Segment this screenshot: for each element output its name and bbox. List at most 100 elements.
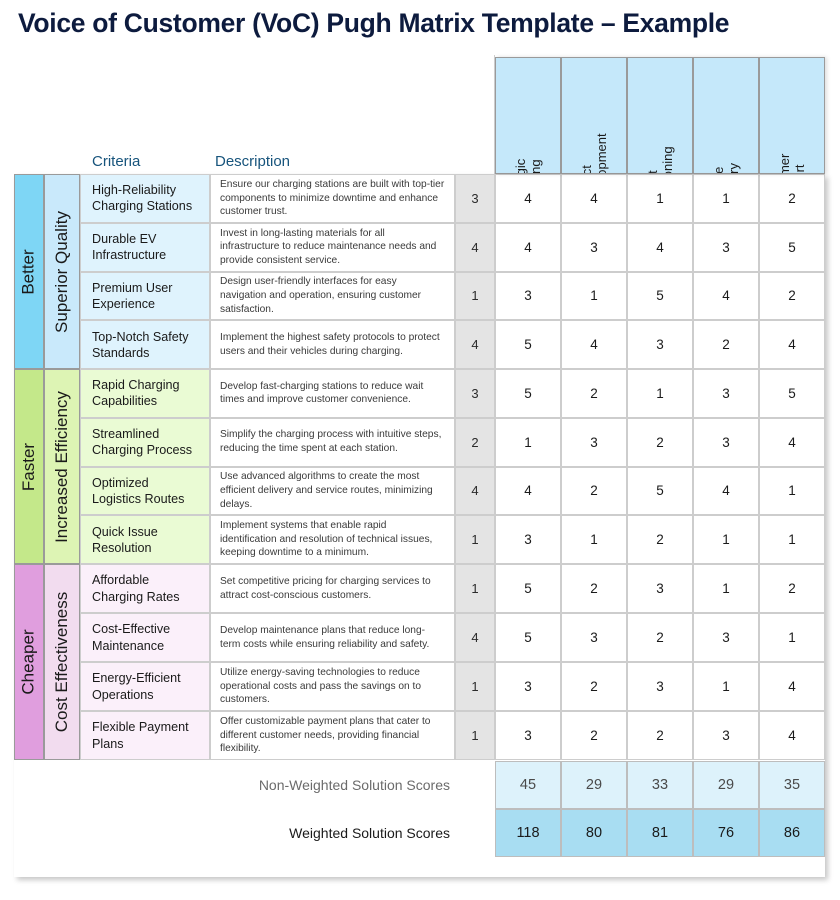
score-cell-r9-c1: 5 xyxy=(495,564,561,613)
score-cell-r5-c2: 2 xyxy=(561,369,627,418)
score-cell-r11-c5: 4 xyxy=(759,662,825,711)
importance-cell: 1 xyxy=(455,564,495,613)
score-cell-r8-c4: 1 xyxy=(693,515,759,564)
non-weighted-score-5: 35 xyxy=(759,761,825,809)
score-cell-r12-c5: 4 xyxy=(759,711,825,760)
score-cell-r8-c5: 1 xyxy=(759,515,825,564)
score-cell-r12-c3: 2 xyxy=(627,711,693,760)
score-cell-r9-c5: 2 xyxy=(759,564,825,613)
score-cell-r10-c4: 3 xyxy=(693,613,759,662)
score-cell-r8-c3: 2 xyxy=(627,515,693,564)
column-header-5: Customer Support xyxy=(759,57,825,174)
score-cell-r9-c2: 2 xyxy=(561,564,627,613)
score-cell-r2-c2: 3 xyxy=(561,222,627,272)
non-weighted-score-2: 29 xyxy=(561,761,627,809)
importance-header-line2: Score of 1 to 5 xyxy=(477,149,494,174)
non-weighted-score-3: 33 xyxy=(627,761,693,809)
score-cell-r7-c3: 5 xyxy=(627,466,693,516)
score-cell-r5-c4: 3 xyxy=(693,369,759,418)
score-cell-r11-c4: 1 xyxy=(693,662,759,711)
non-weighted-score-4: 29 xyxy=(693,761,759,809)
score-cell-r12-c4: 3 xyxy=(693,711,759,760)
importance-cell: 3 xyxy=(455,174,495,223)
description-cell: Ensure our charging stations are built w… xyxy=(210,174,455,223)
score-cell-r6-c5: 4 xyxy=(759,417,825,467)
score-cell-r1-c1: 4 xyxy=(495,174,561,223)
criteria-cell: Top-Notch Safety Standards xyxy=(80,320,210,369)
score-cell-r7-c5: 1 xyxy=(759,466,825,516)
criteria-cell: High-Reliability Charging Stations xyxy=(80,174,210,223)
description-cell: Develop maintenance plans that reduce lo… xyxy=(210,613,455,662)
weighted-score-2: 80 xyxy=(561,809,627,857)
score-cell-r6-c1: 1 xyxy=(495,417,561,467)
subcategory-band-label: Increased Efficiency xyxy=(52,390,72,543)
score-cell-r6-c2: 3 xyxy=(561,417,627,467)
column-header-label: Product Development xyxy=(579,133,609,174)
importance-cell: 2 xyxy=(455,417,495,467)
weighted-scores-label: Weighted Solution Scores xyxy=(289,825,450,841)
importance-cell: 4 xyxy=(455,466,495,516)
criteria-cell: Durable EV Infrastructure xyxy=(80,222,210,272)
description-cell: Develop fast-charging stations to reduce… xyxy=(210,369,455,418)
non-weighted-scores-label: Non-Weighted Solution Scores xyxy=(258,777,450,793)
column-header-3: Market Positioning xyxy=(627,57,693,174)
score-cell-r4-c1: 5 xyxy=(495,320,561,369)
score-cell-r11-c1: 3 xyxy=(495,662,561,711)
category-band-faster: Faster xyxy=(14,369,44,564)
importance-cell: 4 xyxy=(455,222,495,272)
score-cell-r9-c3: 3 xyxy=(627,564,693,613)
score-cell-r7-c1: 4 xyxy=(495,466,561,516)
category-band-better: Better xyxy=(14,174,44,369)
page-title: Voice of Customer (VoC) Pugh Matrix Temp… xyxy=(18,8,730,38)
score-cell-r2-c5: 5 xyxy=(759,222,825,272)
criteria-cell: Affordable Charging Rates xyxy=(80,564,210,613)
score-cell-r9-c4: 1 xyxy=(693,564,759,613)
importance-cell: 1 xyxy=(455,515,495,564)
score-cell-r10-c5: 1 xyxy=(759,613,825,662)
criteria-cell: Streamlined Charging Process xyxy=(80,417,210,467)
weighted-score-1: 118 xyxy=(495,809,561,857)
score-cell-r3-c4: 4 xyxy=(693,271,759,321)
importance-cell: 1 xyxy=(455,271,495,321)
score-cell-r10-c3: 2 xyxy=(627,613,693,662)
description-cell: Implement systems that enable rapid iden… xyxy=(210,515,455,564)
score-cell-r7-c2: 2 xyxy=(561,466,627,516)
score-cell-r4-c4: 2 xyxy=(693,320,759,369)
score-cell-r4-c5: 4 xyxy=(759,320,825,369)
subcategory-band-0: Superior Quality xyxy=(44,174,80,369)
importance-cell: 3 xyxy=(455,369,495,418)
importance-column-header: ImportanceScore of 1 to 5 xyxy=(455,55,495,174)
criteria-cell: Cost-Effective Maintenance xyxy=(80,613,210,662)
score-cell-r5-c1: 5 xyxy=(495,369,561,418)
score-cell-r10-c1: 5 xyxy=(495,613,561,662)
description-cell: Invest in long-lasting materials for all… xyxy=(210,222,455,272)
score-cell-r2-c4: 3 xyxy=(693,222,759,272)
category-band-cheaper: Cheaper xyxy=(14,564,44,760)
description-cell: Design user-friendly interfaces for easy… xyxy=(210,271,455,321)
column-header-label: Strategic Planning xyxy=(496,95,560,173)
criteria-cell: Optimized Logistics Routes xyxy=(80,466,210,516)
score-cell-r3-c3: 5 xyxy=(627,271,693,321)
score-cell-r6-c4: 3 xyxy=(693,417,759,467)
weighted-score-3: 81 xyxy=(627,809,693,857)
score-cell-r8-c2: 1 xyxy=(561,515,627,564)
column-header-2: Product Development xyxy=(561,57,627,174)
column-header-4: Service Delivery xyxy=(693,57,759,174)
score-cell-r4-c3: 3 xyxy=(627,320,693,369)
description-cell: Implement the highest safety protocols t… xyxy=(210,320,455,369)
importance-cell: 4 xyxy=(455,320,495,369)
column-header-label: Market Positioning xyxy=(628,95,692,173)
description-cell: Simplify the charging process with intui… xyxy=(210,417,455,467)
description-column-header: Description xyxy=(215,153,291,170)
criteria-cell: Rapid Charging Capabilities xyxy=(80,369,210,418)
score-cell-r12-c2: 2 xyxy=(561,711,627,760)
score-cell-r11-c3: 3 xyxy=(627,662,693,711)
score-cell-r7-c4: 4 xyxy=(693,466,759,516)
description-cell: Offer customizable payment plans that ca… xyxy=(210,711,455,760)
score-cell-r2-c1: 4 xyxy=(495,222,561,272)
score-cell-r3-c5: 2 xyxy=(759,271,825,321)
score-cell-r11-c2: 2 xyxy=(561,662,627,711)
score-cell-r1-c4: 1 xyxy=(693,174,759,223)
weighted-score-5: 86 xyxy=(759,809,825,857)
criteria-cell: Premium User Experience xyxy=(80,271,210,321)
